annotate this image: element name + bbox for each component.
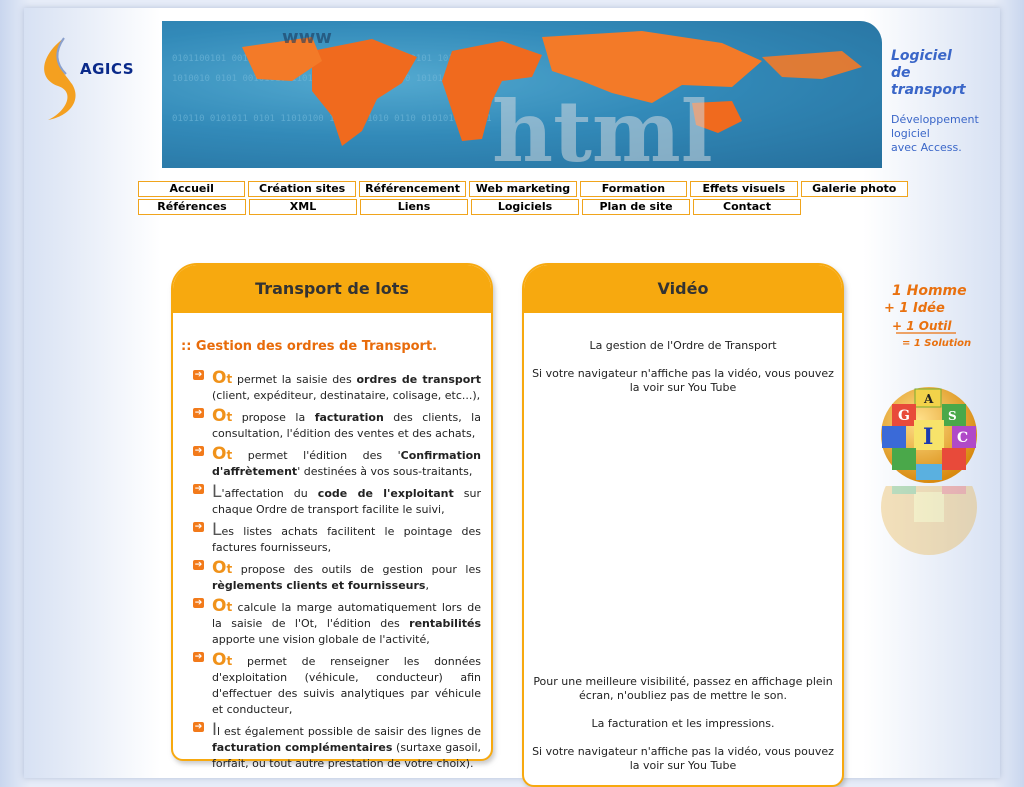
list-item: ➔ Les listes achats facilitent le pointa… bbox=[193, 520, 481, 554]
nav-liens[interactable]: Liens bbox=[360, 199, 468, 215]
nav-creation-sites[interactable]: Création sites bbox=[248, 181, 356, 197]
banner-www: www bbox=[282, 27, 332, 48]
list-item: ➔ Ot permet la saisie des ordres de tran… bbox=[193, 368, 481, 402]
arrow-right-icon: ➔ bbox=[193, 722, 204, 732]
nav-formation[interactable]: Formation bbox=[579, 181, 688, 197]
svg-text:S: S bbox=[948, 409, 957, 423]
list-item: ➔ Ot permet de renseigner les données d'… bbox=[193, 650, 481, 716]
video-caption-1: La gestion de l'Ordre de Transport bbox=[589, 339, 777, 352]
slogan-image: 1 Homme + 1 Idée + 1 Outil = 1 Solution bbox=[880, 280, 980, 352]
svg-text:= 1 Solution: = 1 Solution bbox=[902, 338, 971, 349]
youtube-link-2[interactable]: Si votre navigateur n'affiche pas la vid… bbox=[532, 745, 834, 773]
nav-references[interactable]: Références bbox=[138, 199, 246, 215]
arrow-right-icon: ➔ bbox=[193, 370, 204, 380]
side-desc-line1: Développement bbox=[891, 113, 979, 126]
svg-text:1 Homme: 1 Homme bbox=[892, 283, 967, 299]
fullscreen-hint: Pour une meilleure visibilité, passez en… bbox=[533, 675, 833, 702]
nav-web-marketing[interactable]: Web marketing bbox=[469, 181, 577, 197]
nav-plan-de-site[interactable]: Plan de site bbox=[582, 199, 690, 215]
svg-text:I: I bbox=[923, 424, 933, 450]
side-title-line2: de bbox=[891, 65, 911, 81]
nav-xml[interactable]: XML bbox=[249, 199, 357, 215]
svg-text:+ 1 Idée: + 1 Idée bbox=[884, 301, 945, 316]
list-item: ➔ L'affectation du code de l'exploitant … bbox=[193, 482, 481, 516]
svg-text:G: G bbox=[898, 408, 910, 424]
nav-referencement[interactable]: Référencement bbox=[358, 181, 467, 197]
arrow-right-icon: ➔ bbox=[193, 522, 204, 532]
side-title-line3: transport bbox=[891, 82, 966, 98]
agics-ball-image: A G I C S bbox=[880, 386, 978, 484]
header-banner: 0101100101 0010110 1010 01011001010 1101… bbox=[162, 21, 882, 168]
arrow-right-icon: ➔ bbox=[193, 408, 204, 418]
nav-contact[interactable]: Contact bbox=[693, 199, 801, 215]
side-desc-line3: avec Access. bbox=[891, 141, 962, 154]
logo-text: AGICS bbox=[80, 60, 135, 78]
svg-text:+ 1 Outil: + 1 Outil bbox=[892, 319, 952, 333]
arrow-right-icon: ➔ bbox=[193, 598, 204, 608]
list-item: ➔ Ot permet l'édition des 'Confirmation … bbox=[193, 444, 481, 478]
nav-accueil[interactable]: Accueil bbox=[138, 181, 246, 197]
svg-text:C: C bbox=[957, 430, 968, 446]
svg-text:A: A bbox=[923, 392, 934, 406]
transport-panel: Transport de lots :: Gestion des ordres … bbox=[171, 263, 493, 770]
section-title: :: Gestion des ordres de Transport. bbox=[181, 339, 438, 354]
banner-word: html bbox=[492, 82, 713, 168]
list-item: ➔ Ot propose la facturation des clients,… bbox=[193, 406, 481, 440]
feature-list: ➔ Ot permet la saisie des ordres de tran… bbox=[193, 368, 481, 774]
transport-panel-title: Transport de lots bbox=[173, 265, 491, 313]
video-caption-2: La facturation et les impressions. bbox=[591, 717, 775, 730]
agics-logo[interactable] bbox=[36, 34, 146, 126]
arrow-right-icon: ➔ bbox=[193, 446, 204, 456]
video-panel-title: Vidéo bbox=[524, 265, 842, 313]
arrow-right-icon: ➔ bbox=[193, 652, 204, 662]
list-item: ➔ Ot propose des outils de gestion pour … bbox=[193, 558, 481, 592]
agics-ball-reflection bbox=[880, 486, 978, 556]
list-item: ➔ Ot calcule la marge automatiquement lo… bbox=[193, 596, 481, 646]
nav-galerie-photo[interactable]: Galerie photo bbox=[800, 181, 908, 197]
nav-logiciels[interactable]: Logiciels bbox=[471, 199, 579, 215]
main-nav: Accueil Création sites Référencement Web… bbox=[138, 181, 908, 217]
youtube-link-1[interactable]: Si votre navigateur n'affiche pas la vid… bbox=[532, 367, 834, 395]
side-title-line1: Logiciel bbox=[891, 48, 952, 64]
nav-effets-visuels[interactable]: Effets visuels bbox=[690, 181, 798, 197]
list-item: ➔ Il est également possible de saisir de… bbox=[193, 720, 482, 770]
arrow-right-icon: ➔ bbox=[193, 560, 204, 570]
video-panel: Vidéo La gestion de l'Ordre de Transport… bbox=[522, 263, 844, 787]
side-title-block: Logiciel de transport Développement logi… bbox=[891, 48, 1001, 155]
arrow-right-icon: ➔ bbox=[193, 484, 204, 494]
side-desc-line2: logiciel bbox=[891, 127, 930, 140]
